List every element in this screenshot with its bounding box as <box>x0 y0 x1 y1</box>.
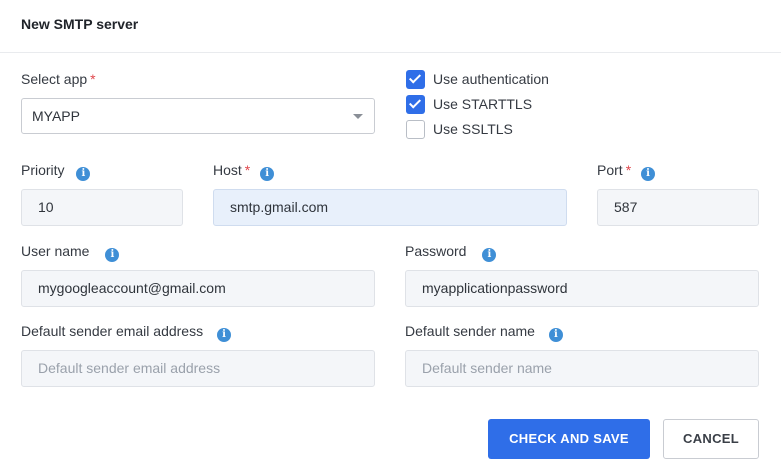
priority-label: Priority i <box>21 162 91 181</box>
required-mark: * <box>244 162 251 178</box>
sender-name-input[interactable]: Default sender name <box>405 350 759 387</box>
info-icon[interactable]: i <box>548 328 563 342</box>
use-ssltls-label[interactable]: Use SSLTLS <box>433 121 513 137</box>
info-icon[interactable]: i <box>217 328 231 342</box>
checkmark-icon <box>408 71 422 84</box>
sender-email-input[interactable]: Default sender email address <box>21 350 375 387</box>
info-icon[interactable]: i <box>260 167 275 181</box>
username-label: User name i <box>21 243 120 262</box>
select-app-dropdown[interactable]: MYAPP <box>21 98 375 134</box>
port-input[interactable]: 587 <box>597 189 759 226</box>
dialog-title: New SMTP server <box>21 16 139 32</box>
info-icon[interactable]: i <box>482 248 497 262</box>
required-mark: * <box>90 71 96 87</box>
sender-email-label: Default sender email address i <box>21 323 231 342</box>
use-starttls-label[interactable]: Use STARTTLS <box>433 96 532 112</box>
checkmark-icon <box>408 96 422 109</box>
info-icon[interactable]: i <box>76 167 91 181</box>
select-app-label-text: Select app <box>21 71 88 87</box>
port-label: Port * i <box>597 162 656 181</box>
username-label-text: User name <box>21 243 90 259</box>
password-label: Password i <box>405 243 497 262</box>
chevron-down-icon <box>353 114 363 119</box>
cancel-button[interactable]: CANCEL <box>663 419 759 459</box>
sender-name-label-text: Default sender name <box>405 323 535 339</box>
select-app-value: MYAPP <box>32 108 80 124</box>
priority-label-text: Priority <box>21 162 65 178</box>
info-icon[interactable]: i <box>105 248 120 262</box>
host-label: Host * i <box>213 162 275 181</box>
sender-name-label: Default sender name i <box>405 323 563 342</box>
use-ssltls-checkbox[interactable] <box>406 120 425 139</box>
required-mark: * <box>625 162 632 178</box>
password-input[interactable]: myapplicationpassword <box>405 270 759 307</box>
dialog-header: New SMTP server <box>0 0 781 53</box>
port-label-text: Port <box>597 162 623 178</box>
host-label-text: Host <box>213 162 242 178</box>
username-input[interactable]: mygoogleaccount@gmail.com <box>21 270 375 307</box>
info-icon[interactable]: i <box>641 167 656 181</box>
use-authentication-checkbox[interactable] <box>406 70 425 89</box>
check-and-save-button[interactable]: CHECK AND SAVE <box>488 419 650 459</box>
sender-email-label-text: Default sender email address <box>21 323 204 339</box>
priority-input[interactable]: 10 <box>21 189 183 226</box>
host-input[interactable]: smtp.gmail.com <box>213 189 567 226</box>
password-label-text: Password <box>405 243 467 259</box>
use-starttls-checkbox[interactable] <box>406 95 425 114</box>
use-authentication-label[interactable]: Use authentication <box>433 71 549 87</box>
select-app-label: Select app * <box>21 71 96 87</box>
